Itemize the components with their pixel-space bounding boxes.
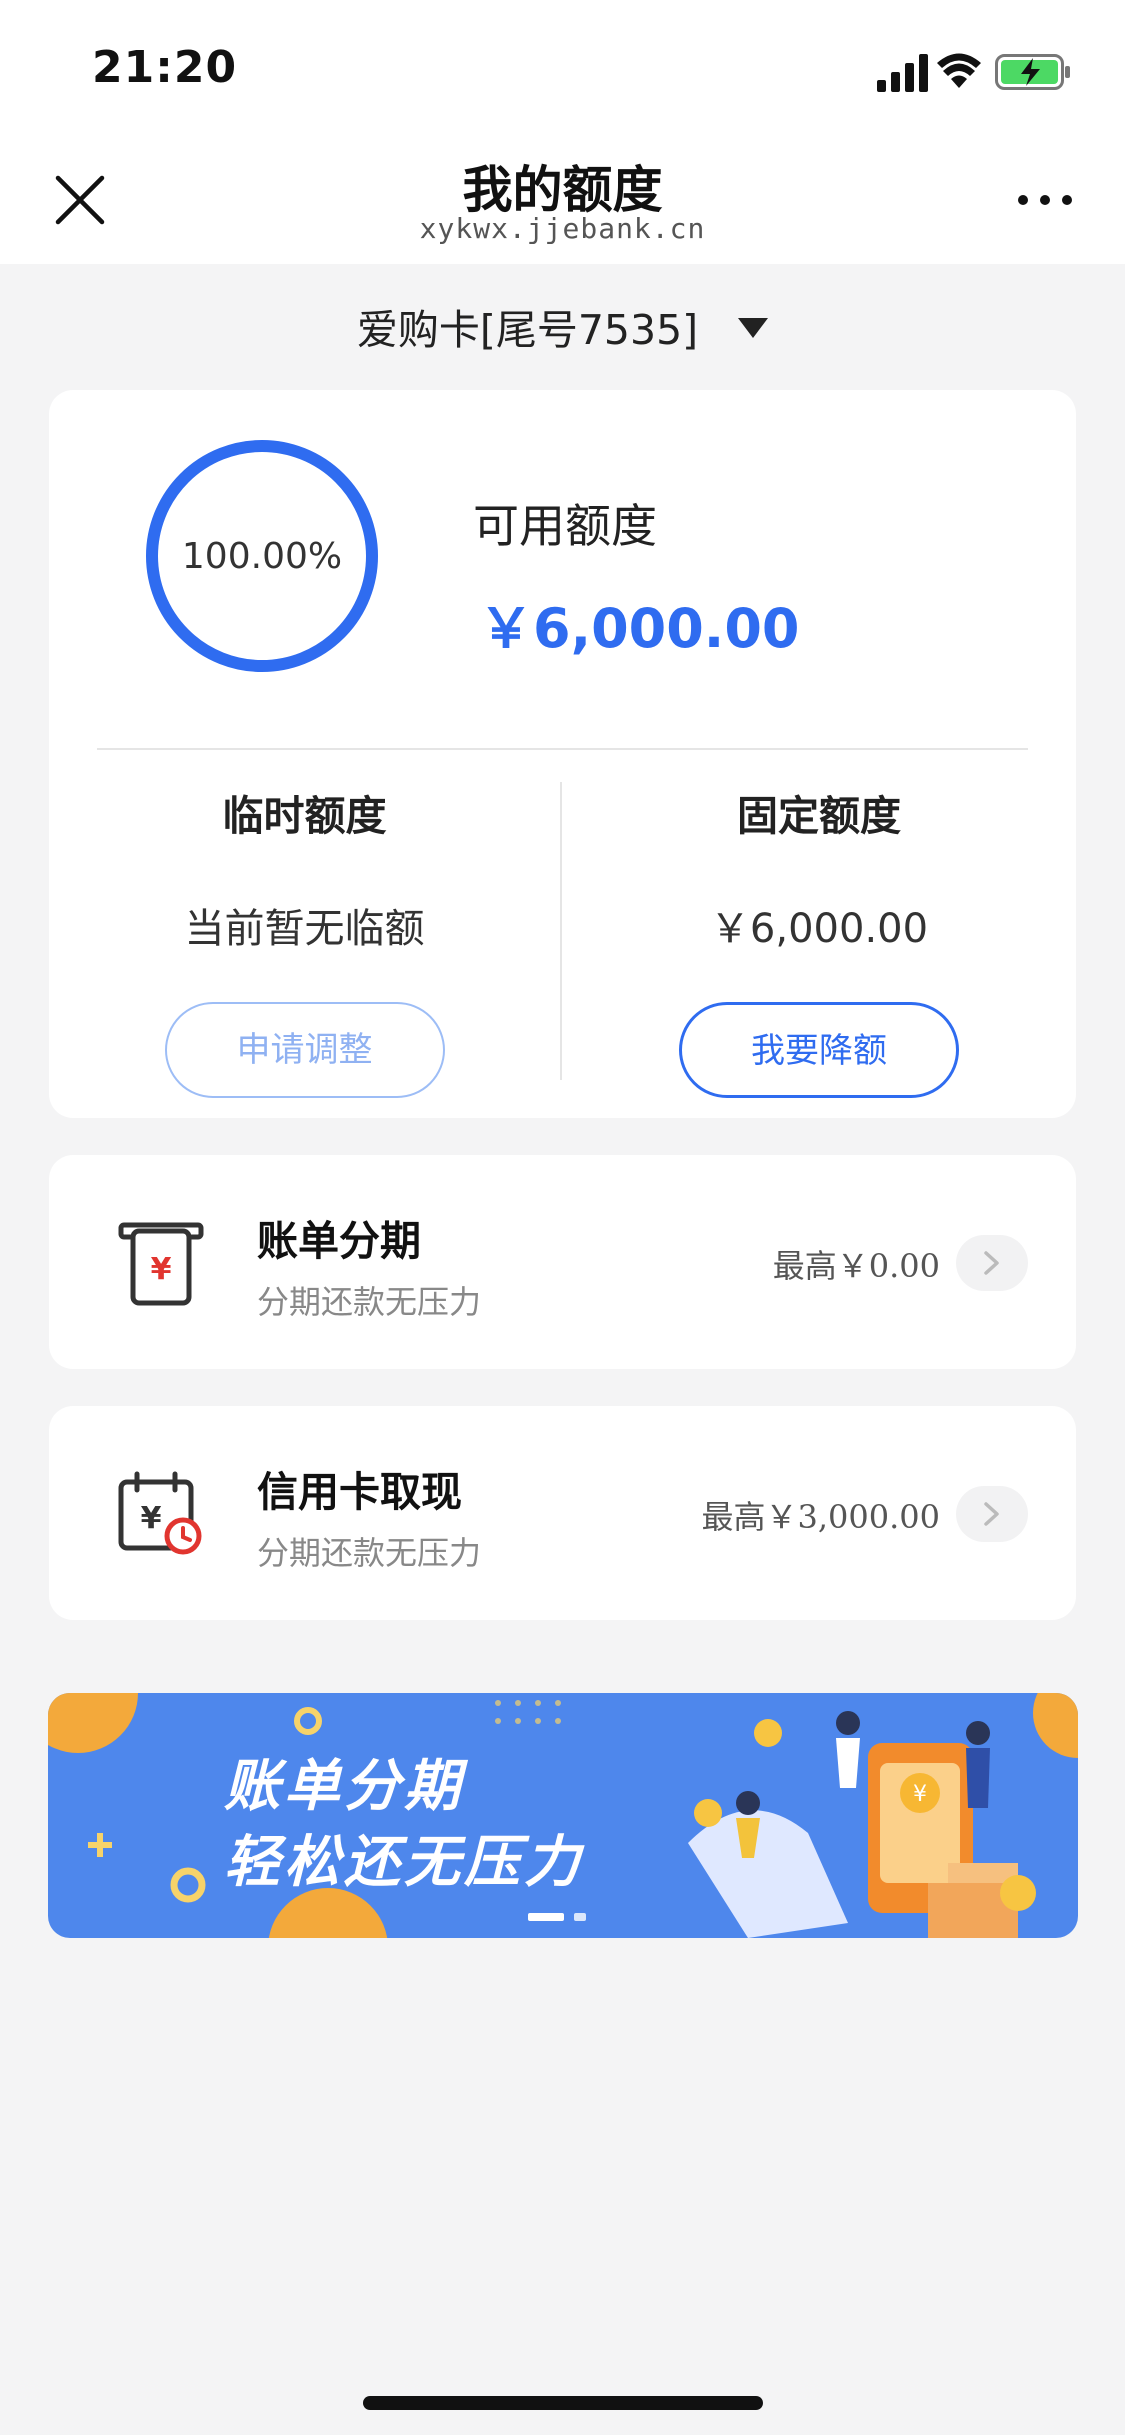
reduce-limit-button[interactable]: 我要降额 (679, 1002, 959, 1098)
fixed-limit-section: 固定额度 ￥6,000.00 我要降额 (562, 782, 1076, 1098)
page-url: xykwx.jjebank.cn (419, 212, 706, 245)
svg-text:¥: ¥ (141, 1501, 162, 1536)
bill-installment-icon: ¥ (118, 1222, 204, 1306)
card-selector[interactable]: 爱购卡[尾号7535] (0, 296, 1125, 360)
status-bar: 21:20 (0, 0, 1125, 130)
signal-icon (877, 54, 928, 92)
dropdown-triangle-icon (738, 318, 769, 338)
list-item-subtitle: 分期还款无压力 (257, 1534, 482, 1572)
temporary-limit-value: 当前暂无临额 (184, 906, 425, 952)
list-item-subtitle: 分期还款无压力 (257, 1283, 482, 1321)
fixed-limit-value: ￥6,000.00 (709, 906, 929, 952)
banner-headline: 账单分期 (224, 1754, 464, 1819)
battery-charging-icon (995, 54, 1070, 90)
nav-bar: 我的额度 xykwx.jjebank.cn (0, 130, 1125, 264)
banner-tagline: 轻松还无压力 (224, 1830, 584, 1895)
list-item-title: 信用卡取现 (257, 1468, 462, 1516)
fixed-limit-title: 固定额度 (737, 792, 901, 840)
banner-illustration: ¥ (48, 1693, 1078, 1938)
chevron-right-icon[interactable] (956, 1486, 1028, 1542)
temporary-limit-title: 临时额度 (222, 792, 387, 840)
apply-adjust-button[interactable]: 申请调整 (164, 1002, 445, 1098)
svg-text:¥: ¥ (151, 1252, 172, 1287)
promo-banner[interactable]: ¥ 账单分期 轻松还无压力 (48, 1693, 1078, 1938)
chevron-right-icon[interactable] (956, 1235, 1028, 1291)
list-item-amount: 最高￥3,000.00 (701, 1498, 940, 1536)
svg-text:¥: ¥ (913, 1782, 927, 1807)
available-limit-label: 可用额度 (473, 499, 657, 553)
cash-withdrawal-icon: ¥ (118, 1471, 202, 1555)
divider (97, 748, 1028, 750)
usage-percent: 100.00% (181, 535, 343, 577)
available-limit-value: ￥6,000.00 (479, 597, 800, 660)
list-item-bill-installment[interactable]: ¥ 账单分期 分期还款无压力 最高￥0.00 (49, 1155, 1076, 1369)
list-item-title: 账单分期 (257, 1217, 421, 1265)
credit-limit-card: 100.00% 可用额度 ￥6,000.00 临时额度 当前暂无临额 申请调整 … (49, 390, 1076, 1118)
card-selector-label: 爱购卡[尾号7535] (356, 306, 699, 354)
wifi-icon (937, 53, 981, 88)
more-icon[interactable] (1017, 190, 1073, 210)
list-item-amount: 最高￥0.00 (772, 1247, 940, 1285)
home-indicator (363, 2396, 763, 2410)
status-time: 21:20 (92, 42, 238, 93)
status-icons (871, 50, 1071, 94)
temporary-limit-section: 临时额度 当前暂无临额 申请调整 (49, 782, 560, 1098)
list-item-cash-withdrawal[interactable]: ¥ 信用卡取现 分期还款无压力 最高￥3,000.00 (49, 1406, 1076, 1620)
